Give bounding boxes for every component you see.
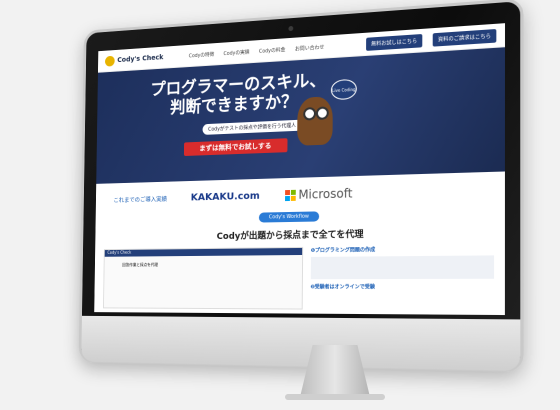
live-coding-bubble: Live Coding — [330, 78, 357, 101]
workflow-content: Cody's Check 回答作業と採点を代理 ❶プログラミング問題の作成 ❷受… — [94, 238, 505, 315]
microsoft-logo: Microsoft — [284, 186, 353, 202]
app-mock-screenshot: Cody's Check 回答作業と採点を代理 — [103, 246, 303, 310]
microsoft-logo-icon — [284, 189, 296, 201]
microsoft-text: Microsoft — [298, 186, 353, 202]
mock-text: 回答作業と採点を代理 — [122, 262, 159, 268]
nav-link-features[interactable]: Codyの特徴 — [189, 50, 215, 58]
owl-mascot-icon — [297, 96, 333, 146]
nav-link-pricing[interactable]: Codyの料金 — [259, 46, 286, 55]
hero-cta-button[interactable]: まずは無料でお試しする — [183, 138, 288, 157]
hero-subtitle: Codyがテストの採点や評価を行う代理人 — [202, 119, 302, 135]
step1-box — [310, 255, 495, 280]
imac-monitor: Cody's Check Codyの特徴 Codyの実績 Codyの料金 お問い… — [0, 0, 560, 410]
camera-icon — [288, 25, 294, 32]
workflow-tag: Cody's Workflow — [258, 211, 320, 223]
step1-heading: ❶プログラミング問題の作成 — [310, 247, 376, 254]
monitor-screen: Cody's Check Codyの特徴 Codyの実績 Codyの料金 お問い… — [94, 23, 506, 316]
site-logo[interactable]: Cody's Check — [105, 52, 164, 67]
monitor-bezel: Cody's Check Codyの特徴 Codyの実績 Codyの料金 お問い… — [78, 0, 524, 373]
nav-link-contact[interactable]: お問い合わせ — [295, 43, 324, 52]
owl-logo-icon — [105, 55, 115, 67]
partners-label: これまでのご導入実績 — [113, 195, 168, 204]
monitor-chin — [81, 315, 521, 372]
request-docs-button[interactable]: 資料のご請求はこちら — [432, 28, 497, 47]
free-trial-button[interactable]: 無料お試しはこちら — [366, 33, 423, 51]
nav-link-results[interactable]: Codyの実績 — [223, 48, 249, 57]
step2-heading: ❷受験者はオンラインで受験 — [310, 284, 375, 291]
workflow-steps: ❶プログラミング問題の作成 ❷受験者はオンラインで受験 — [310, 245, 495, 311]
monitor-stand-base — [285, 394, 385, 400]
kakaku-logo: KAKAKU.com — [190, 190, 260, 203]
logo-text: Cody's Check — [117, 53, 164, 65]
